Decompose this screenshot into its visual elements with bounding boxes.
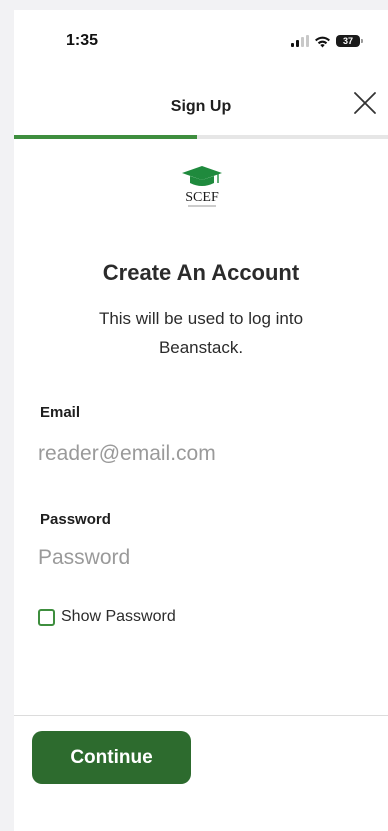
show-password-checkbox[interactable] [38, 608, 55, 626]
email-label: Email [40, 404, 81, 421]
logo-text: SCEF [185, 190, 219, 205]
graduation-cap-icon: SCEF [182, 166, 222, 207]
show-password-label: Show Password [61, 608, 176, 625]
password-field[interactable] [38, 540, 358, 576]
close-button[interactable] [350, 88, 380, 118]
status-bar: 1:35 37 [14, 10, 388, 70]
wifi-icon [315, 36, 330, 47]
status-icons: 37 [291, 32, 363, 50]
battery-level: 37 [342, 36, 353, 46]
signal-icon [291, 35, 309, 47]
battery-icon: 37 [336, 35, 363, 47]
show-password-toggle[interactable]: Show Password [38, 608, 176, 626]
heading: Create An Account [102, 260, 300, 285]
progress-bar [14, 135, 388, 139]
footer-divider [14, 715, 388, 716]
password-label: Password [40, 511, 111, 528]
email-field[interactable] [38, 436, 358, 472]
logo: SCEF [178, 164, 226, 212]
subtext: This will be used to log into Beanstack. [98, 309, 304, 357]
close-icon [354, 92, 376, 114]
status-time: 1:35 [66, 32, 99, 49]
app-screen: 1:35 37 Sign Up SCEF Create An Account T… [14, 10, 388, 831]
page-title: Sign Up [170, 98, 232, 115]
continue-button[interactable]: Continue [32, 731, 191, 784]
progress-fill [14, 135, 198, 139]
header: Sign Up [14, 70, 388, 130]
